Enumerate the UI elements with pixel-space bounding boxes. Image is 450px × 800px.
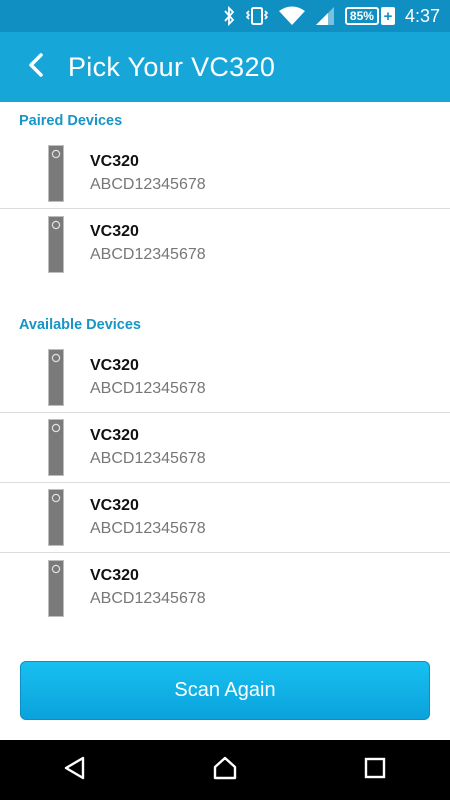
navigation-bar (0, 740, 450, 800)
battery-charge-symbol: + (380, 7, 395, 25)
paired-devices-header: Paired Devices (19, 113, 123, 129)
battery-percent: 85% (344, 7, 379, 25)
app-bar: Pick Your VC320 (0, 32, 450, 102)
device-icon (48, 215, 64, 273)
device-id: ABCD12345678 (90, 246, 206, 263)
available-device-row[interactable]: VC320 ABCD12345678 (0, 343, 450, 413)
device-text: VC320 ABCD12345678 (90, 152, 206, 196)
device-name: VC320 (90, 567, 139, 584)
recents-square-icon (364, 757, 386, 784)
available-device-row[interactable]: VC320 ABCD12345678 (0, 553, 450, 623)
device-icon (48, 559, 64, 617)
device-name: VC320 (90, 223, 139, 240)
device-id: ABCD12345678 (90, 449, 206, 467)
device-id: ABCD12345678 (90, 590, 206, 607)
scan-again-button[interactable]: Scan Again (20, 661, 430, 720)
device-text: VC320 ABCD12345678 (90, 222, 206, 266)
status-clock: 4:37 (404, 5, 440, 26)
device-id: ABCD12345678 (90, 379, 206, 397)
device-text: VC320 ABCD12345678 (90, 426, 206, 470)
home-icon (212, 755, 238, 786)
chevron-left-icon (26, 52, 46, 83)
nav-home-button[interactable] (195, 740, 255, 800)
device-text: VC320 ABCD12345678 (90, 566, 206, 610)
battery-icon: 85% + (344, 7, 395, 25)
paired-device-row[interactable]: VC320 ABCD12345678 (0, 209, 450, 279)
device-icon (48, 419, 64, 476)
device-name: VC320 (90, 356, 139, 374)
back-button[interactable] (6, 32, 66, 102)
wifi-icon (278, 6, 305, 26)
available-device-row[interactable]: VC320 ABCD12345678 (0, 483, 450, 553)
page-title: Pick Your VC320 (68, 51, 276, 82)
back-triangle-icon (63, 756, 87, 785)
nav-back-button[interactable] (45, 740, 105, 800)
vibrate-icon (245, 6, 269, 26)
device-icon (48, 349, 64, 406)
device-text: VC320 ABCD12345678 (90, 496, 206, 540)
bluetooth-icon (223, 6, 235, 26)
device-name: VC320 (90, 426, 139, 444)
device-icon (48, 489, 64, 546)
device-icon (48, 145, 64, 202)
available-devices-header: Available Devices (19, 317, 141, 333)
status-bar: 85% + 4:37 (0, 0, 450, 32)
available-device-row[interactable]: VC320 ABCD12345678 (0, 413, 450, 483)
nav-recents-button[interactable] (345, 740, 405, 800)
cell-signal-icon (315, 6, 335, 26)
paired-device-row[interactable]: VC320 ABCD12345678 (0, 139, 450, 209)
device-name: VC320 (90, 496, 139, 514)
device-text: VC320 ABCD12345678 (90, 356, 206, 400)
device-id: ABCD12345678 (90, 175, 206, 193)
device-id: ABCD12345678 (90, 519, 206, 537)
device-name: VC320 (90, 152, 139, 170)
